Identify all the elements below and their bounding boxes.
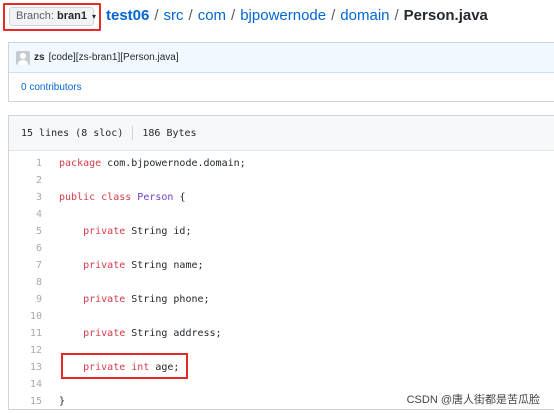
line-code: private String id; bbox=[83, 226, 192, 237]
line-code: } bbox=[59, 396, 66, 407]
line-number[interactable]: 2 bbox=[9, 172, 42, 189]
commit-message[interactable]: [code][zs-bran1][Person.java] bbox=[49, 52, 179, 63]
breadcrumb-current-file: Person.java bbox=[403, 7, 488, 24]
breadcrumb-src-link[interactable]: src bbox=[164, 7, 184, 24]
breadcrumb: test06/src / com / bjpowernode / domain / Person… bbox=[106, 6, 488, 26]
breadcrumb-separator: / bbox=[394, 7, 399, 24]
caret-down-icon: ▾ bbox=[92, 12, 97, 21]
breadcrumb-separator: / bbox=[188, 7, 193, 24]
breadcrumb-separator: / bbox=[231, 7, 236, 24]
code-line: 3 public class Person { bbox=[9, 189, 554, 206]
branch-select-button[interactable]: Branch: bran1 ▾ bbox=[9, 7, 97, 26]
line-number[interactable]: 12 bbox=[9, 342, 42, 359]
code-line: 4 bbox=[9, 206, 554, 223]
line-number[interactable]: 10 bbox=[9, 308, 42, 325]
code-line: 5 private String id; bbox=[9, 223, 554, 240]
line-number[interactable]: 13 bbox=[9, 359, 42, 376]
line-code: public class Person { bbox=[59, 192, 186, 203]
commit-author[interactable]: zs bbox=[34, 52, 45, 63]
file-info-header: 15 lines (8 sloc) 186 Bytes bbox=[9, 116, 554, 151]
breadcrumb-separator: / bbox=[331, 7, 336, 24]
file-line-count: 15 lines (8 sloc) bbox=[21, 127, 124, 139]
line-code: private String address; bbox=[83, 328, 222, 339]
contributors-row: 0 contributors bbox=[9, 73, 554, 102]
code-line: 11 private String address; bbox=[9, 325, 554, 342]
line-number[interactable]: 9 bbox=[9, 291, 42, 308]
code-line: 1 package com.bjpowernode.domain; bbox=[9, 155, 554, 172]
contributors-count: 0 bbox=[21, 82, 27, 93]
breadcrumb-separator: / bbox=[154, 7, 159, 24]
line-number[interactable]: 7 bbox=[9, 257, 42, 274]
file-size: 186 Bytes bbox=[142, 127, 197, 139]
branch-label: Branch: bbox=[16, 10, 54, 22]
code-line: 6 bbox=[9, 240, 554, 257]
line-number[interactable]: 6 bbox=[9, 240, 42, 257]
line-number[interactable]: 5 bbox=[9, 223, 42, 240]
latest-commit-row: zs [code][zs-bran1][Person.java] bbox=[9, 43, 554, 73]
line-number[interactable]: 15 bbox=[9, 393, 42, 410]
branch-name: bran1 bbox=[56, 10, 87, 22]
line-number[interactable]: 1 bbox=[9, 155, 42, 172]
code-line: 2 bbox=[9, 172, 554, 189]
code-line: 7 private String name; bbox=[9, 257, 554, 274]
line-number[interactable]: 8 bbox=[9, 274, 42, 291]
header-divider bbox=[132, 126, 134, 140]
contributors-link[interactable]: 0 contributors bbox=[21, 82, 82, 93]
code-line: 9 private String phone; bbox=[9, 291, 554, 308]
line-number[interactable]: 4 bbox=[9, 206, 42, 223]
contributors-label: contributors bbox=[29, 82, 82, 93]
watermark-text: CSDN @唐人街都是苦瓜脸 bbox=[406, 391, 540, 407]
line-code: private String name; bbox=[83, 260, 204, 271]
code-line: 10 bbox=[9, 308, 554, 325]
code-line: 8 bbox=[9, 274, 554, 291]
code-line-highlight-box bbox=[61, 353, 188, 379]
line-code: package com.bjpowernode.domain; bbox=[59, 158, 246, 169]
breadcrumb-com-link[interactable]: com bbox=[198, 7, 226, 24]
breadcrumb-repo-link[interactable]: test06 bbox=[106, 7, 149, 24]
commit-info-box: zs [code][zs-bran1][Person.java] 0 contr… bbox=[8, 42, 554, 102]
avatar[interactable] bbox=[16, 50, 30, 65]
line-code: private String phone; bbox=[83, 294, 210, 305]
breadcrumb-domain-link[interactable]: domain bbox=[340, 7, 389, 24]
breadcrumb-bjpowernode-link[interactable]: bjpowernode bbox=[240, 7, 326, 24]
line-number[interactable]: 3 bbox=[9, 189, 42, 206]
line-number[interactable]: 11 bbox=[9, 325, 42, 342]
line-number[interactable]: 14 bbox=[9, 376, 42, 393]
